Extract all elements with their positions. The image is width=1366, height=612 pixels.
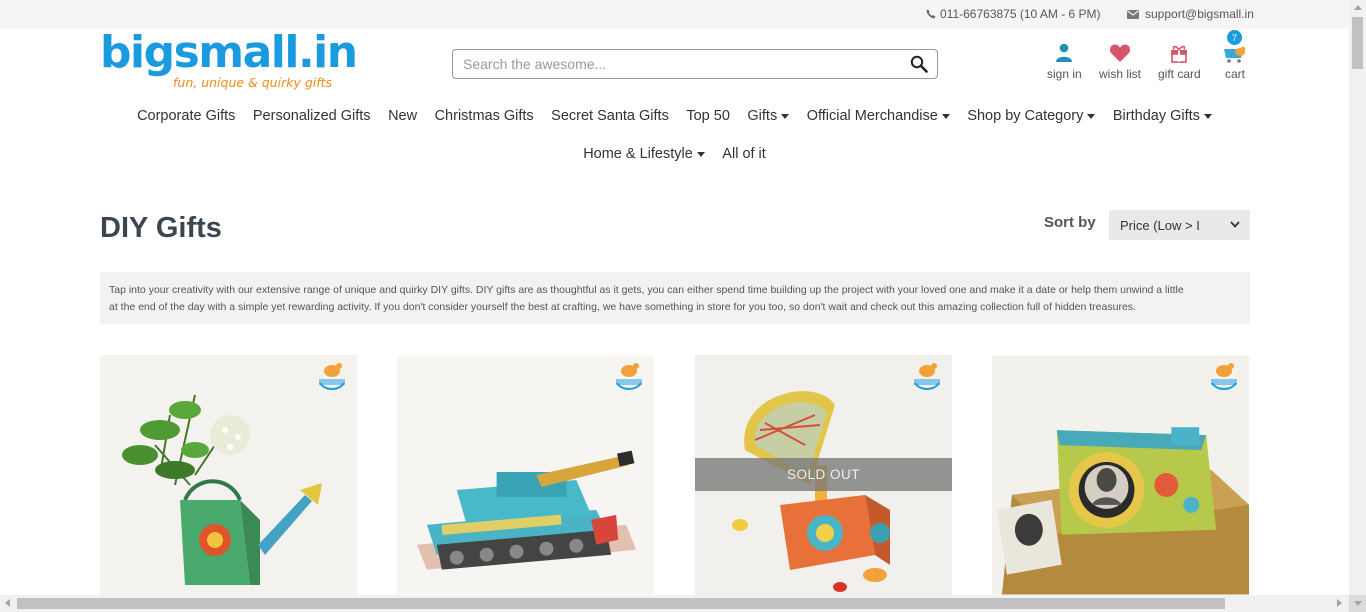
sign-in-label: sign in [1047, 67, 1082, 81]
description-line: at the end of the day with a simple yet … [109, 301, 1136, 313]
gift-card-label: gift card [1158, 67, 1201, 81]
nav-label: All of it [722, 146, 766, 162]
caret-down-icon [781, 113, 790, 119]
sold-out-overlay: SOLD OUT [695, 458, 952, 491]
caret-down-icon [696, 151, 705, 157]
phone-number: 011-66763875 (10 AM - 6 PM) [940, 7, 1101, 21]
nav-top-50[interactable]: Top 50 [686, 108, 730, 124]
nav-secret-santa-gifts[interactable]: Secret Santa Gifts [551, 108, 669, 124]
user-icon [1056, 43, 1073, 62]
nav-gifts[interactable]: Gifts [747, 108, 790, 124]
scroll-left-arrow-icon[interactable] [5, 599, 10, 607]
scroll-down-arrow-icon[interactable] [1354, 601, 1362, 606]
nav-label: Christmas Gifts [434, 108, 534, 124]
scroll-up-arrow-icon[interactable] [1354, 5, 1362, 10]
phone-icon [926, 9, 936, 19]
horizontal-scrollbar[interactable] [0, 595, 1349, 612]
nav-label: Gifts [747, 108, 778, 124]
nav-label: Official Merchandise [806, 108, 938, 124]
nav-label: Corporate Gifts [137, 108, 236, 124]
sign-in-link[interactable]: sign in [1047, 43, 1082, 81]
top-bar: 011-66763875 (10 AM - 6 PM) support@bigs… [0, 0, 1349, 29]
nav-all-of-it[interactable]: All of it [722, 146, 766, 162]
description-line: Tap into your creativity with our extens… [109, 284, 1184, 296]
category-description: Tap into your creativity with our extens… [100, 272, 1250, 324]
product-card[interactable] [397, 355, 654, 595]
sort-label: Sort by [1044, 214, 1096, 231]
wish-list-label: wish list [1099, 67, 1142, 81]
gift-card-link[interactable]: gift card [1158, 43, 1201, 81]
cart-count-badge: 7 [1227, 30, 1242, 45]
search-box [452, 49, 938, 79]
nav-new[interactable]: New [388, 108, 417, 124]
main-nav-row-2: Home & Lifestyle All of it [0, 146, 1349, 162]
nav-label: Personalized Gifts [252, 108, 371, 124]
caret-down-icon [1087, 113, 1096, 119]
nav-birthday-gifts[interactable]: Birthday Gifts [1113, 108, 1212, 124]
phone-contact[interactable]: 011-66763875 (10 AM - 6 PM) [926, 7, 1101, 21]
chevron-down-icon [1230, 221, 1240, 228]
email-address: support@bigsmall.in [1145, 7, 1254, 21]
scroll-right-arrow-icon[interactable] [1337, 599, 1342, 607]
nav-christmas-gifts[interactable]: Christmas Gifts [435, 108, 534, 124]
nav-label: Home & Lifestyle [583, 146, 693, 162]
nav-label: Shop by Category [967, 108, 1084, 124]
bigsmall-watermark-icon [1211, 363, 1237, 390]
product-card[interactable] [992, 355, 1249, 595]
scrollbar-corner [1349, 595, 1366, 612]
nav-official-merchandise[interactable]: Official Merchandise [807, 108, 950, 124]
cart-link[interactable]: cart [1222, 43, 1248, 81]
search-icon[interactable] [910, 55, 928, 73]
caret-down-icon [1203, 113, 1212, 119]
sort-select[interactable]: Price (Low > I [1109, 210, 1250, 240]
page-title: DIY Gifts [100, 212, 222, 244]
nav-label: Birthday Gifts [1112, 108, 1200, 124]
site-logo[interactable]: bigsmall.in fun, unique & quirky gifts [100, 27, 358, 91]
bigsmall-watermark-icon [914, 363, 940, 390]
nav-label: Secret Santa Gifts [551, 108, 669, 124]
envelope-icon [1127, 9, 1139, 19]
bigsmall-watermark-icon [319, 363, 345, 390]
vertical-scroll-thumb[interactable] [1352, 17, 1363, 69]
nav-home-lifestyle[interactable]: Home & Lifestyle [583, 146, 705, 162]
search-input[interactable] [453, 50, 893, 78]
nav-label: Top 50 [686, 108, 730, 124]
heart-icon [1109, 44, 1131, 62]
logo-wordmark: bigsmall.in [100, 27, 358, 78]
bigsmall-watermark-icon [616, 363, 642, 390]
logo-tagline: fun, unique & quirky gifts [173, 75, 333, 90]
wish-list-link[interactable]: wish list [1099, 43, 1141, 81]
nav-personalized-gifts[interactable]: Personalized Gifts [253, 108, 371, 124]
nav-label: New [388, 108, 418, 124]
vertical-scrollbar[interactable] [1349, 0, 1366, 612]
sort-selected-value: Price (Low > I [1120, 217, 1200, 233]
main-nav: Corporate Gifts Personalized Gifts New C… [0, 108, 1349, 124]
nav-shop-by-category[interactable]: Shop by Category [967, 108, 1096, 124]
nav-corporate-gifts[interactable]: Corporate Gifts [137, 108, 235, 124]
caret-down-icon [941, 113, 950, 119]
cart-icon [1224, 46, 1246, 63]
horizontal-scroll-thumb[interactable] [17, 598, 1225, 609]
product-card[interactable] [100, 355, 357, 595]
email-contact[interactable]: support@bigsmall.in [1127, 7, 1254, 21]
gift-icon [1171, 45, 1188, 63]
product-card[interactable]: SOLD OUT [695, 355, 952, 595]
cart-label: cart [1224, 67, 1245, 81]
